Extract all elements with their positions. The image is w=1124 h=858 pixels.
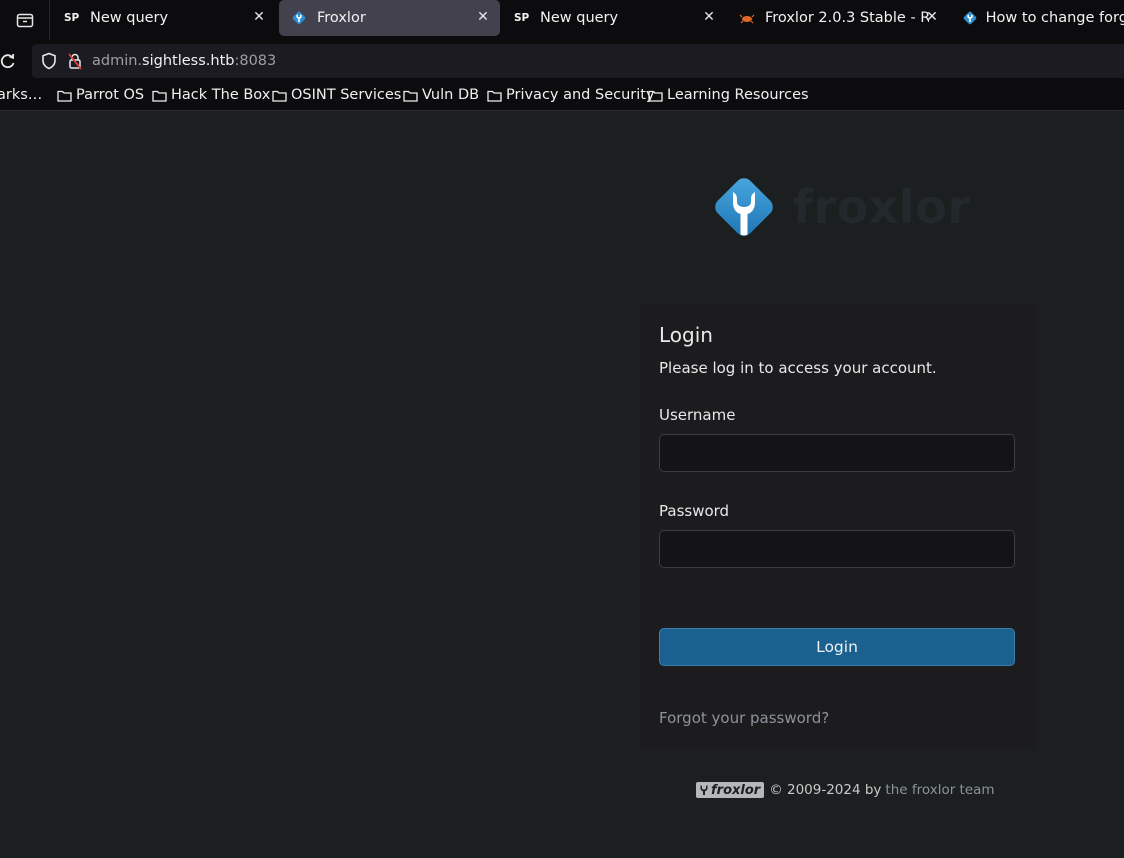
sp-favicon: SP <box>64 12 80 24</box>
login-button[interactable]: Login <box>659 628 1015 666</box>
reload-icon[interactable] <box>0 52 16 70</box>
bookmark-folder-vuln-db[interactable]: Vuln DB <box>403 87 479 103</box>
tab-label: Froxlor <box>317 10 366 26</box>
bookmark-label: arks… <box>0 87 43 103</box>
bookmarks-toolbar: arks… Parrot OS Hack The Box OSINT Servi… <box>0 82 1124 111</box>
bookmark-folder-osint[interactable]: OSINT Services <box>272 87 401 103</box>
froxlor-favicon <box>962 10 980 26</box>
username-label: Username <box>659 406 736 424</box>
navigation-toolbar: admin.sightless.htb:8083 <box>0 40 1124 82</box>
bookmark-folder-hack-the-box[interactable]: Hack The Box <box>152 87 270 103</box>
tab-label: New query <box>540 10 619 26</box>
froxlor-badge-text: froxlor <box>711 782 761 798</box>
bookmark-folder-parrot-os[interactable]: Parrot OS <box>57 87 144 103</box>
url-subdomain: admin. <box>92 53 143 69</box>
login-title: Login <box>659 323 713 347</box>
wrench-icon <box>700 785 708 795</box>
froxlor-logo: froxlor <box>707 170 971 244</box>
froxlor-logo-text: froxlor <box>793 180 971 234</box>
folder-icon <box>152 90 167 102</box>
close-tab-icon[interactable]: ✕ <box>474 9 492 25</box>
password-input[interactable] <box>659 530 1015 568</box>
folder-icon <box>487 90 502 102</box>
list-all-tabs-button[interactable] <box>0 0 50 40</box>
froxlor-badge: froxlor <box>696 782 765 798</box>
tab-froxlor-exploit[interactable]: Froxlor 2.0.3 Stable - Rem ✕ <box>727 0 949 36</box>
froxlor-logo-icon <box>715 178 773 236</box>
login-card: Login Please log in to access your accou… <box>639 303 1035 750</box>
bookmark-label: Vuln DB <box>422 87 480 103</box>
bookmark-folder-privacy[interactable]: Privacy and Security <box>487 87 655 103</box>
tab-label: Froxlor 2.0.3 Stable - Rem <box>765 10 929 26</box>
froxlor-favicon <box>291 10 311 26</box>
forgot-password-link[interactable]: Forgot your password? <box>659 709 829 727</box>
tab-how-to-change[interactable]: How to change forgot <box>950 0 1124 36</box>
copyright-text: © 2009-2024 by <box>769 782 882 798</box>
url-port: :8083 <box>234 53 277 69</box>
bookmark-label: Learning Resources <box>667 87 809 103</box>
close-tab-icon[interactable]: ✕ <box>700 9 718 25</box>
froxlor-team-link[interactable]: the froxlor team <box>885 782 994 798</box>
tab-new-query-2[interactable]: SP New query ✕ <box>502 0 726 36</box>
close-tab-icon[interactable]: ✕ <box>923 9 941 25</box>
page-footer: froxlor © 2009-2024 by the froxlor team <box>696 782 995 798</box>
bookmark-label: OSINT Services <box>291 87 402 103</box>
address-bar[interactable]: admin.sightless.htb:8083 <box>32 44 1124 78</box>
bookmark-label: Parrot OS <box>76 87 145 103</box>
login-subtitle: Please log in to access your account. <box>659 359 937 377</box>
bookmark-folder-learning[interactable]: Learning Resources <box>648 87 809 103</box>
bookmark-label: Privacy and Security <box>506 87 655 103</box>
tracking-protection-shield-icon[interactable] <box>40 52 58 70</box>
url-host: sightless.htb <box>142 53 235 69</box>
bookmark-label: Hack The Box <box>171 87 271 103</box>
tab-label: How to change forgot <box>985 10 1124 26</box>
bookmark-other[interactable]: arks… <box>0 87 42 103</box>
folder-icon <box>57 90 72 102</box>
folder-icon <box>272 90 287 102</box>
close-tab-icon[interactable]: ✕ <box>250 9 268 25</box>
username-input[interactable] <box>659 434 1015 472</box>
tab-strip: SP New query ✕ Froxlor ✕ SP New query ✕ … <box>0 0 1124 40</box>
password-label: Password <box>659 502 730 520</box>
bug-favicon <box>739 11 759 25</box>
tab-new-query-1[interactable]: SP New query ✕ <box>52 0 276 36</box>
folder-icon <box>648 90 663 102</box>
sp-favicon: SP <box>514 12 530 24</box>
tab-list-icon <box>16 13 33 28</box>
tab-label: New query <box>90 10 169 26</box>
url-text[interactable]: admin.sightless.htb:8083 <box>92 53 276 69</box>
insecure-lock-icon[interactable] <box>67 52 83 70</box>
folder-icon <box>403 90 418 102</box>
tab-froxlor[interactable]: Froxlor ✕ <box>279 0 500 36</box>
